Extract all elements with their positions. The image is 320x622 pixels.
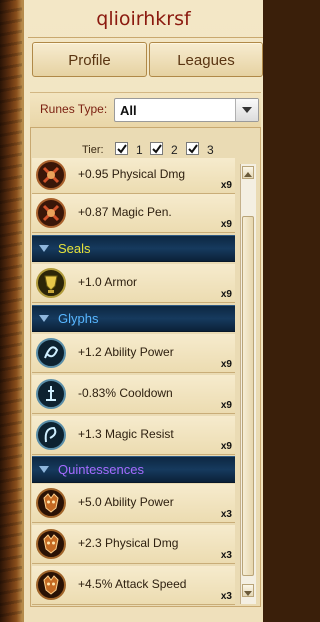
rune-name: +0.95 Physical Dmg [78, 167, 186, 181]
checkmark-icon [152, 144, 162, 154]
left-edge-decoration [0, 0, 22, 622]
runes-type-select[interactable]: All [114, 98, 259, 122]
collapse-caret-icon [39, 466, 49, 473]
rune-name: +5.0 Ability Power [78, 495, 174, 509]
rune-name: -0.83% Cooldown [78, 386, 173, 400]
glyph-rune-icon [36, 420, 66, 450]
chevron-down-icon [242, 107, 252, 113]
scroll-down-button[interactable] [242, 584, 254, 597]
section-header-quintessences[interactable]: Quintessences [32, 456, 235, 483]
tier-2-label: 2 [171, 143, 178, 157]
checkmark-icon [188, 144, 198, 154]
scroll-up-button[interactable] [242, 166, 254, 179]
tier-1-label: 1 [136, 143, 143, 157]
rune-name: +0.87 Magic Pen. [78, 205, 172, 219]
seal-rune-icon [36, 268, 66, 298]
rune-name: +2.3 Physical Dmg [78, 536, 179, 550]
mark-rune-icon [36, 198, 66, 228]
rune-row[interactable]: +0.95 Physical Dmg x9 [32, 158, 235, 194]
rune-name: +1.0 Armor [78, 275, 138, 289]
summoner-name: qlioirhkrsf [96, 8, 191, 30]
checkmark-icon [117, 144, 127, 154]
tab-leagues[interactable]: Leagues [149, 42, 263, 77]
mark-rune-icon [36, 160, 66, 190]
rune-quantity: x9 [220, 180, 232, 191]
rune-row[interactable]: +2.3 Physical Dmg x3 [32, 525, 235, 564]
section-header-seals[interactable]: Seals [32, 235, 235, 262]
rune-quantity: x3 [220, 550, 232, 561]
rune-row[interactable]: -0.83% Cooldown x9 [32, 375, 235, 414]
section-title: Quintessences [58, 462, 144, 477]
glyph-rune-icon [36, 379, 66, 409]
rune-quantity: x9 [220, 441, 232, 452]
rune-quantity: x3 [220, 591, 232, 602]
quintessence-rune-icon [36, 529, 66, 559]
chevron-down-icon [244, 591, 252, 596]
dropdown-button[interactable] [235, 99, 258, 121]
tier-1-checkbox[interactable] [115, 142, 128, 155]
rune-row[interactable]: +5.0 Ability Power x3 [32, 484, 235, 523]
rune-row[interactable]: +1.0 Armor x9 [32, 264, 235, 303]
title-divider [28, 37, 263, 38]
tab-profile[interactable]: Profile [32, 42, 147, 77]
rune-row[interactable]: +1.3 Magic Resist x9 [32, 416, 235, 455]
rune-quantity: x9 [220, 219, 232, 230]
section-header-glyphs[interactable]: Glyphs [32, 305, 235, 332]
rune-quantity: x3 [220, 509, 232, 520]
quintessence-rune-icon [36, 488, 66, 518]
collapse-caret-icon [39, 315, 49, 322]
runes-list-scrollbar[interactable] [240, 164, 256, 604]
tier-3-label: 3 [207, 143, 214, 157]
section-title: Glyphs [58, 311, 99, 326]
section-title: Seals [58, 241, 91, 256]
rune-row[interactable]: +1.2 Ability Power x9 [32, 334, 235, 373]
rune-name: +1.3 Magic Resist [78, 427, 174, 441]
rune-name: +1.2 Ability Power [78, 345, 174, 359]
rune-quantity: x9 [220, 400, 232, 411]
rune-name: +4.5% Attack Speed [78, 577, 187, 591]
rune-quantity: x9 [220, 359, 232, 370]
rune-row[interactable]: +0.87 Magic Pen. x9 [32, 194, 235, 233]
glyph-rune-icon [36, 338, 66, 368]
collapse-caret-icon [39, 245, 49, 252]
rune-quantity: x9 [220, 289, 232, 300]
scroll-thumb[interactable] [242, 216, 254, 576]
tier-2-checkbox[interactable] [150, 142, 163, 155]
runes-type-selected-value: All [120, 103, 137, 118]
chevron-up-icon [244, 172, 252, 177]
tier-label: Tier: [82, 144, 104, 156]
quintessence-rune-icon [36, 570, 66, 600]
runes-type-label: Runes Type: [40, 102, 108, 116]
runes-filter-bar: Runes Type: All [30, 92, 261, 128]
rune-row[interactable]: +4.5% Attack Speed x3 [32, 566, 235, 605]
tier-3-checkbox[interactable] [186, 142, 199, 155]
